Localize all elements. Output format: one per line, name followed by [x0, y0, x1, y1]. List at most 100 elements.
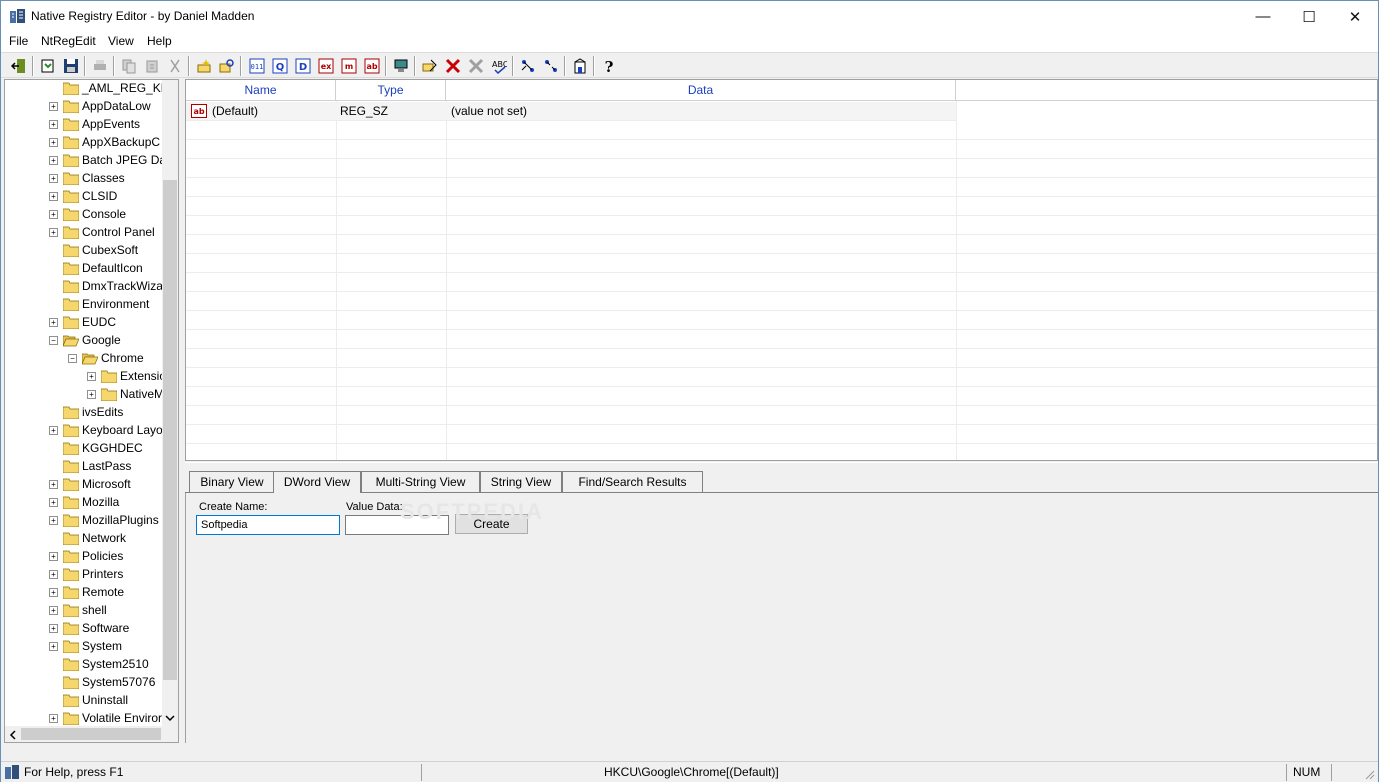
expand-icon[interactable]: +	[49, 480, 58, 489]
expand-icon[interactable]: +	[49, 426, 58, 435]
menu-view[interactable]: View	[108, 34, 134, 48]
collapse-icon[interactable]: −	[68, 354, 77, 363]
tree-item[interactable]: DmxTrackWiza	[5, 278, 165, 296]
string-value-button[interactable]: ab	[362, 56, 382, 76]
tab-string-view[interactable]: String View	[480, 471, 562, 492]
list-row[interactable]	[186, 140, 1377, 159]
tree-item[interactable]: + Remote	[5, 584, 165, 602]
tree-item[interactable]: LastPass	[5, 458, 165, 476]
find-key-button[interactable]	[217, 56, 237, 76]
list-row[interactable]	[186, 425, 1377, 444]
create-name-input[interactable]	[196, 515, 340, 535]
tree-item[interactable]: Uninstall	[5, 692, 165, 710]
expand-icon[interactable]: +	[49, 570, 58, 579]
tree-horizontal-scrollbar[interactable]	[5, 726, 178, 742]
tree-hscroll-thumb[interactable]	[21, 728, 161, 740]
refresh-button[interactable]	[391, 56, 411, 76]
tree-item[interactable]: + EUDC	[5, 314, 165, 332]
cut-key-button[interactable]	[165, 56, 185, 76]
tab-find-search-results[interactable]: Find/Search Results	[562, 471, 703, 492]
tree-item[interactable]: + AppDataLow	[5, 98, 165, 116]
tab-dword-view[interactable]: DWord View	[273, 471, 361, 493]
list-row[interactable]	[186, 216, 1377, 235]
menu-file[interactable]: File	[9, 34, 28, 48]
tree-item[interactable]: System57076	[5, 674, 165, 692]
expand-icon[interactable]: +	[49, 192, 58, 201]
tree-item[interactable]: + Control Panel	[5, 224, 165, 242]
tree-item[interactable]: DefaultIcon	[5, 260, 165, 278]
tree-item[interactable]: + NativeM	[5, 386, 165, 404]
list-row[interactable]: ab (Default) REG_SZ (value not set)	[186, 102, 956, 121]
scroll-left-icon[interactable]	[9, 730, 17, 740]
list-row[interactable]	[186, 387, 1377, 406]
expand-icon[interactable]: +	[49, 552, 58, 561]
list-row[interactable]	[186, 121, 1377, 140]
help-button[interactable]: ?	[599, 56, 619, 76]
expand-string-button[interactable]: ex	[316, 56, 336, 76]
tree-item[interactable]: Network	[5, 530, 165, 548]
expand-icon[interactable]: +	[49, 120, 58, 129]
expand-icon[interactable]: +	[49, 174, 58, 183]
exit-button[interactable]	[9, 56, 29, 76]
expand-icon[interactable]: +	[49, 516, 58, 525]
list-row[interactable]	[186, 178, 1377, 197]
tab-multi-string-view[interactable]: Multi-String View	[361, 471, 480, 492]
tree-item[interactable]: KGGHDEC	[5, 440, 165, 458]
list-row[interactable]	[186, 254, 1377, 273]
tree-item[interactable]: + Mozilla	[5, 494, 165, 512]
tree-item[interactable]: + Software	[5, 620, 165, 638]
binary-value-button[interactable]: 011	[247, 56, 267, 76]
tree-item[interactable]: + shell	[5, 602, 165, 620]
copy-key-button[interactable]	[119, 56, 139, 76]
dword-value-button[interactable]: D	[293, 56, 313, 76]
menu-help[interactable]: Help	[147, 34, 172, 48]
tree-item[interactable]: System2510	[5, 656, 165, 674]
tree-item[interactable]: + Console	[5, 206, 165, 224]
expand-icon[interactable]: +	[87, 372, 96, 381]
list-row[interactable]	[186, 330, 1377, 349]
tree-item[interactable]: CubexSoft	[5, 242, 165, 260]
expand-icon[interactable]: +	[49, 588, 58, 597]
tree-item[interactable]: + Microsoft	[5, 476, 165, 494]
tree-item[interactable]: + Keyboard Layo	[5, 422, 165, 440]
tree-scroll-thumb[interactable]	[163, 180, 177, 680]
tree-item[interactable]: + Extensio	[5, 368, 166, 386]
list-row[interactable]	[186, 349, 1377, 368]
properties-button[interactable]	[570, 56, 590, 76]
tree-item[interactable]: − Google	[5, 332, 165, 350]
import-button[interactable]	[38, 56, 58, 76]
close-button[interactable]: ✕	[1332, 1, 1378, 32]
rename-button[interactable]	[420, 56, 440, 76]
list-row[interactable]	[186, 444, 1377, 460]
tree-item[interactable]: + AppXBackupC	[5, 134, 165, 152]
tab-binary-view[interactable]: Binary View	[189, 471, 275, 492]
qword-value-button[interactable]: Q	[270, 56, 290, 76]
expand-icon[interactable]: +	[49, 714, 58, 723]
pane-splitter[interactable]	[185, 462, 1378, 465]
paste-key-button[interactable]	[142, 56, 162, 76]
expand-icon[interactable]: +	[49, 642, 58, 651]
list-row[interactable]	[186, 159, 1377, 178]
expand-icon[interactable]: +	[49, 138, 58, 147]
menu-ntregedit[interactable]: NtRegEdit	[41, 34, 96, 48]
size-grip-icon[interactable]	[1363, 768, 1375, 780]
column-header-type[interactable]: Type	[336, 80, 446, 101]
tree-item[interactable]: + AppEvents	[5, 116, 165, 134]
minimize-button[interactable]: —	[1240, 1, 1286, 32]
expand-icon[interactable]: +	[49, 210, 58, 219]
expand-icon[interactable]: +	[49, 228, 58, 237]
tree-item[interactable]: + System	[5, 638, 165, 656]
list-row[interactable]	[186, 197, 1377, 216]
list-row[interactable]	[186, 292, 1377, 311]
list-row[interactable]	[186, 273, 1377, 292]
tree-item[interactable]: + Batch JPEG Dat	[5, 152, 169, 170]
tree-item[interactable]: − Chrome	[5, 350, 165, 368]
print-button[interactable]	[90, 56, 110, 76]
expand-icon[interactable]: +	[49, 318, 58, 327]
column-header-data[interactable]: Data	[446, 80, 956, 101]
tree-vertical-scrollbar[interactable]	[162, 80, 178, 726]
spell-check-button[interactable]: ABC	[489, 56, 509, 76]
delete-all-button[interactable]	[466, 56, 486, 76]
list-row[interactable]	[186, 406, 1377, 425]
expand-icon[interactable]: +	[49, 498, 58, 507]
